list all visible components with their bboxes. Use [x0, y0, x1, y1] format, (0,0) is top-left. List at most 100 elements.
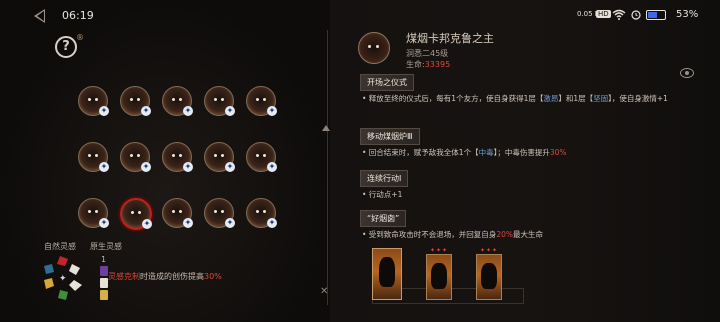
token-eye: [256, 154, 259, 157]
hint-value: 30%: [204, 272, 222, 281]
enemy-token[interactable]: ✦: [162, 198, 193, 228]
enemy-token[interactable]: ✦: [246, 86, 277, 116]
hp-value: 33395: [424, 60, 451, 69]
token-sparkle-icon: ✦: [267, 218, 277, 228]
skill-section: 连续行动Ⅰ • 行动点+1: [360, 166, 680, 201]
wifi-icon: [612, 9, 626, 20]
hd-badge: HD: [596, 10, 611, 18]
close-x-icon[interactable]: ✕: [320, 286, 328, 297]
token-sparkle-icon: ✦: [183, 162, 193, 172]
token-eye: [263, 98, 266, 101]
token-sparkle-icon: ✦: [141, 162, 151, 172]
token-eye: [214, 154, 217, 157]
origin-gold-icon: [100, 290, 108, 300]
boss-name: 煤烟卡邦克鲁之主: [406, 32, 494, 45]
skill-desc-part: 激昂: [543, 94, 559, 103]
hint-text: 时造成的创伤提高: [140, 272, 204, 281]
card-stars: ✦✦✦: [429, 247, 449, 254]
token-eye: [88, 210, 91, 213]
origin-number: 1: [101, 255, 107, 264]
boss-hp: 生命:33395: [406, 59, 450, 70]
origin-purple-icon: [100, 266, 108, 276]
scroll-up-icon[interactable]: [322, 125, 330, 131]
help-icon[interactable]: ?: [55, 36, 77, 58]
enemy-token[interactable]: ✦: [78, 142, 109, 172]
token-sparkle-icon: ✦: [225, 162, 235, 172]
status-bar: 06:19 0.05 KB/S HD 53%: [0, 0, 720, 30]
hp-label: 生命:: [406, 60, 425, 69]
native-inspiration-label: 自然灵感: [44, 242, 76, 251]
origin-inspiration-label: 原生灵感: [90, 242, 122, 251]
panel-divider: [327, 30, 328, 305]
token-eye: [95, 154, 98, 157]
hint-keyword: 灵感克制: [108, 272, 140, 281]
token-eye: [137, 98, 140, 101]
skill-description: • 行动点+1: [360, 189, 680, 201]
token-sparkle-icon: ✦: [183, 106, 193, 116]
token-eye: [214, 98, 217, 101]
enemy-token[interactable]: ✦: [120, 142, 151, 172]
skill-desc-part: 坚固: [593, 94, 609, 103]
token-eye: [179, 154, 182, 157]
token-eye: [95, 98, 98, 101]
skill-tag: 开场之仪式: [360, 74, 414, 91]
enemy-token[interactable]: ✦: [78, 86, 109, 116]
enemy-token[interactable]: ✦: [204, 86, 235, 116]
token-eye: [179, 98, 182, 101]
enemy-token[interactable]: ✦: [246, 198, 277, 228]
skill-section: “好烟囱” • 受到致命攻击时不会退场，并回复自身20%最大生命: [360, 206, 680, 241]
enemy-token[interactable]: ✦: [162, 142, 193, 172]
token-sparkle-icon: ✦: [142, 219, 152, 229]
summon-card-2[interactable]: ✦✦✦: [426, 247, 452, 300]
view-toggle-eye-icon[interactable]: [680, 68, 694, 78]
enemy-token[interactable]: ✦: [204, 198, 235, 228]
help-superscript: ®: [76, 33, 84, 42]
token-eye: [130, 154, 133, 157]
token-eye: [88, 154, 91, 157]
token-eye: [214, 210, 217, 213]
token-eye: [221, 210, 224, 213]
token-eye: [172, 210, 175, 213]
enemy-token[interactable]: ✦: [246, 142, 277, 172]
enemy-token[interactable]: ✦: [78, 198, 109, 228]
enemy-token[interactable]: ✦: [204, 142, 235, 172]
token-sparkle-icon: ✦: [99, 218, 109, 228]
enemy-token-selected[interactable]: ✦: [120, 198, 152, 230]
skill-tag: 连续行动Ⅰ: [360, 170, 409, 187]
skill-desc-part: 】；中毒伤害提升: [493, 148, 550, 157]
token-sparkle-icon: ✦: [267, 106, 277, 116]
token-sparkle-icon: ✦: [141, 106, 151, 116]
skill-desc-part: • 行动点+1: [362, 190, 403, 199]
alarm-icon: [631, 10, 641, 20]
skill-description: • 受到致命攻击时不会退场，并回复自身20%最大生命: [360, 229, 680, 241]
origin-white-icon: [100, 278, 108, 288]
skill-tag: 移动煤烟炉Ⅲ: [360, 128, 420, 145]
token-eye: [263, 154, 266, 157]
token-eye: [179, 210, 182, 213]
token-eye: [263, 210, 266, 213]
boss-level: 洞悉二45级: [406, 49, 449, 58]
skill-desc-part: 】，使自身激情+1: [608, 94, 668, 103]
skill-desc-part: • 回合结束时，赋予敌我全体1个【: [362, 148, 479, 157]
skill-section: 开场之仪式 • 释放至终的仪式后，每有1个友方，使自身获得1层【激昂】和1层【坚固…: [360, 70, 680, 105]
summon-card-1[interactable]: [372, 248, 402, 300]
token-sparkle-icon: ✦: [99, 106, 109, 116]
skill-desc-part: 】和1层【: [558, 94, 594, 103]
card-stars: ✦✦✦: [479, 247, 499, 254]
token-sparkle-icon: ✦: [99, 162, 109, 172]
enemy-token[interactable]: ✦: [120, 86, 151, 116]
token-eye: [256, 210, 259, 213]
battery-icon: [646, 10, 666, 20]
token-eye: [138, 211, 141, 214]
battery-level: 53%: [676, 9, 699, 20]
inspiration-wheel-icon: ✦: [44, 256, 82, 300]
summon-card-3[interactable]: ✦✦✦: [476, 247, 502, 300]
enemy-token[interactable]: ✦: [162, 86, 193, 116]
token-eye: [172, 154, 175, 157]
skill-description: • 释放至终的仪式后，每有1个友方，使自身获得1层【激昂】和1层【坚固】，使自身…: [360, 93, 680, 105]
back-icon[interactable]: [34, 9, 45, 23]
skill-desc-part: • 释放至终的仪式后，每有1个友方，使自身获得1层【: [362, 94, 544, 103]
token-sparkle-icon: ✦: [267, 162, 277, 172]
skill-description: • 回合结束时，赋予敌我全体1个【中毒】；中毒伤害提升30%: [360, 147, 680, 159]
token-eye: [221, 98, 224, 101]
